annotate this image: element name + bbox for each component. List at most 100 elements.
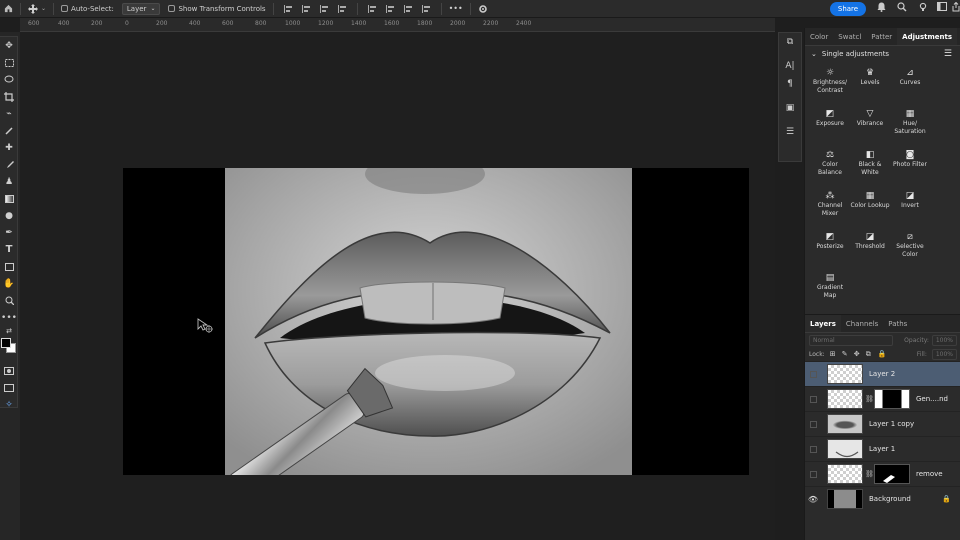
foreground-color[interactable]: [1, 338, 11, 348]
libraries-icon[interactable]: ▣: [779, 99, 801, 117]
visibility-toggle[interactable]: [805, 470, 821, 478]
eyedropper-tool-icon[interactable]: [0, 122, 18, 139]
healing-brush-tool-icon[interactable]: ✚: [0, 139, 18, 156]
marquee-tool-icon[interactable]: [0, 54, 18, 71]
align-top-icon[interactable]: [337, 4, 347, 13]
history-icon[interactable]: ⧉: [779, 33, 801, 51]
show-transform-toggle[interactable]: Show Transform Controls: [164, 0, 269, 18]
layer-row-background[interactable]: 👁 Background 🔒: [805, 486, 960, 511]
lock-all-icon[interactable]: 🔒: [878, 350, 887, 358]
search-icon[interactable]: [896, 2, 908, 16]
color-swatches[interactable]: [0, 336, 18, 362]
lightbulb-icon[interactable]: [917, 2, 929, 16]
more-tools-icon[interactable]: •••: [0, 309, 18, 326]
blend-mode-select[interactable]: Normal: [809, 334, 893, 346]
adjustment-posterize[interactable]: ◩ Posterize: [810, 226, 850, 267]
auto-select-dropdown[interactable]: Layer ⌄: [121, 2, 161, 15]
visibility-toggle[interactable]: [805, 370, 821, 378]
layer-row-remove[interactable]: ⛓ remove: [805, 461, 960, 486]
lock-paint-icon[interactable]: ✎: [842, 350, 849, 358]
pen-tool-icon[interactable]: ✒: [0, 224, 18, 241]
adjustment-black-white[interactable]: ◧ Black & White: [850, 144, 890, 185]
zoom-tool-icon[interactable]: [0, 292, 18, 309]
adjustment-selective-color[interactable]: ⧄ Selective Color: [890, 226, 930, 267]
fill-input[interactable]: 100%: [931, 348, 957, 360]
distribute-icon[interactable]: [421, 4, 431, 13]
tab-paths[interactable]: Paths: [883, 315, 912, 332]
screen-mode-icon[interactable]: [0, 379, 18, 396]
tab-layers[interactable]: Layers: [805, 315, 841, 332]
layer-row-layer-2[interactable]: Layer 2: [805, 361, 960, 386]
opacity-input[interactable]: 100%: [931, 334, 957, 346]
adjustment-vibrance[interactable]: ▽ Vibrance: [850, 103, 890, 144]
tab-channels[interactable]: Channels: [841, 315, 883, 332]
layer-row-layer-1-copy[interactable]: Layer 1 copy: [805, 411, 960, 436]
adjustment-brightness-contrast[interactable]: ☼ Brightness/ Contrast: [810, 62, 850, 103]
auto-select-toggle[interactable]: Auto-Select:: [57, 0, 118, 18]
lock-transparent-icon[interactable]: ⊞: [830, 350, 837, 358]
home-icon[interactable]: [0, 0, 17, 18]
character-icon[interactable]: A|: [779, 57, 801, 75]
adjustment-levels[interactable]: ♛ Levels: [850, 62, 890, 103]
adjustment-threshold[interactable]: ◪ Threshold: [850, 226, 890, 267]
swap-colors-icon[interactable]: ⇄: [0, 326, 18, 336]
share-button[interactable]: Share: [830, 2, 866, 16]
properties-icon[interactable]: ☰: [779, 123, 801, 141]
gear-icon[interactable]: [474, 0, 492, 18]
align-right-icon[interactable]: [319, 4, 329, 13]
visibility-toggle[interactable]: [805, 395, 821, 403]
adjustment-invert[interactable]: ◪ Invert: [890, 185, 930, 226]
more-options-button[interactable]: •••: [445, 0, 467, 18]
gradient-tool-icon[interactable]: [0, 190, 18, 207]
tab-adjustments[interactable]: Adjustments: [897, 28, 958, 45]
transform-checkbox[interactable]: [168, 5, 176, 12]
tab-color[interactable]: Color: [805, 28, 833, 45]
generative-icon[interactable]: ✧: [0, 396, 18, 413]
auto-select-checkbox[interactable]: [61, 5, 69, 12]
adjustment-exposure[interactable]: ◩ Exposure: [810, 103, 850, 144]
layer-mask-thumbnail[interactable]: [874, 389, 910, 409]
list-view-icon[interactable]: ☰: [944, 49, 952, 59]
move-tool-icon[interactable]: ✥: [0, 37, 18, 54]
adjustment-color-balance[interactable]: ⚖ Color Balance: [810, 144, 850, 185]
align-center-icon[interactable]: [301, 4, 311, 13]
type-tool-icon[interactable]: T: [0, 241, 18, 258]
shape-tool-icon[interactable]: [0, 258, 18, 275]
visibility-toggle[interactable]: 👁: [805, 495, 821, 504]
adjustment-curves[interactable]: ⊿ Curves: [890, 62, 930, 103]
layer-row-layer-1[interactable]: Layer 1: [805, 436, 960, 461]
lasso-tool-icon[interactable]: [0, 71, 18, 88]
brush-tool-icon[interactable]: [0, 156, 18, 173]
align-vertical-bottom-icon[interactable]: [403, 4, 413, 13]
quick-mask-icon[interactable]: [0, 362, 18, 379]
tab-swatches[interactable]: Swatcl: [833, 28, 866, 45]
layer-mask-thumbnail[interactable]: [874, 464, 910, 484]
lock-position-icon[interactable]: ✥: [854, 350, 861, 358]
lock-artboard-icon[interactable]: ⧉: [866, 350, 873, 358]
move-tool-preset-button[interactable]: ⌄: [24, 0, 50, 18]
dodge-tool-icon[interactable]: ●: [0, 207, 18, 224]
tab-patterns[interactable]: Patter: [866, 28, 897, 45]
adjustment-color-lookup[interactable]: ▦ Color Lookup: [850, 185, 890, 226]
canvas-area[interactable]: [20, 32, 775, 540]
visibility-toggle[interactable]: [805, 445, 821, 453]
align-vertical-top-icon[interactable]: [367, 4, 377, 13]
single-adjustments-header[interactable]: ⌄ Single adjustments ☰: [805, 46, 960, 62]
align-vertical-center-icon[interactable]: [385, 4, 395, 13]
adjustment-gradient-map[interactable]: ▤ Gradient Map: [810, 267, 850, 308]
visibility-toggle[interactable]: [805, 420, 821, 428]
crop-tool-icon[interactable]: [0, 88, 18, 105]
paragraph-icon[interactable]: ¶: [779, 75, 801, 93]
adjustment-hue-saturation[interactable]: ▦ Hue/ Saturation: [890, 103, 930, 144]
stamp-tool-icon[interactable]: ♟: [0, 173, 18, 190]
share-export-icon[interactable]: [950, 1, 960, 16]
bell-icon[interactable]: [875, 2, 887, 16]
adjustment-photo-filter[interactable]: ◙ Photo Filter: [890, 144, 930, 185]
align-left-icon[interactable]: [283, 4, 293, 13]
hand-tool-icon[interactable]: ✋: [0, 275, 18, 292]
layer-row-generative[interactable]: ⛓ Gen....nd: [805, 386, 960, 411]
workspace-icon[interactable]: [936, 2, 948, 16]
adjustment-channel-mixer[interactable]: ⁂ Channel Mixer: [810, 185, 850, 226]
document-canvas[interactable]: [123, 168, 749, 475]
frame-tool-icon[interactable]: ⌁: [0, 105, 18, 122]
